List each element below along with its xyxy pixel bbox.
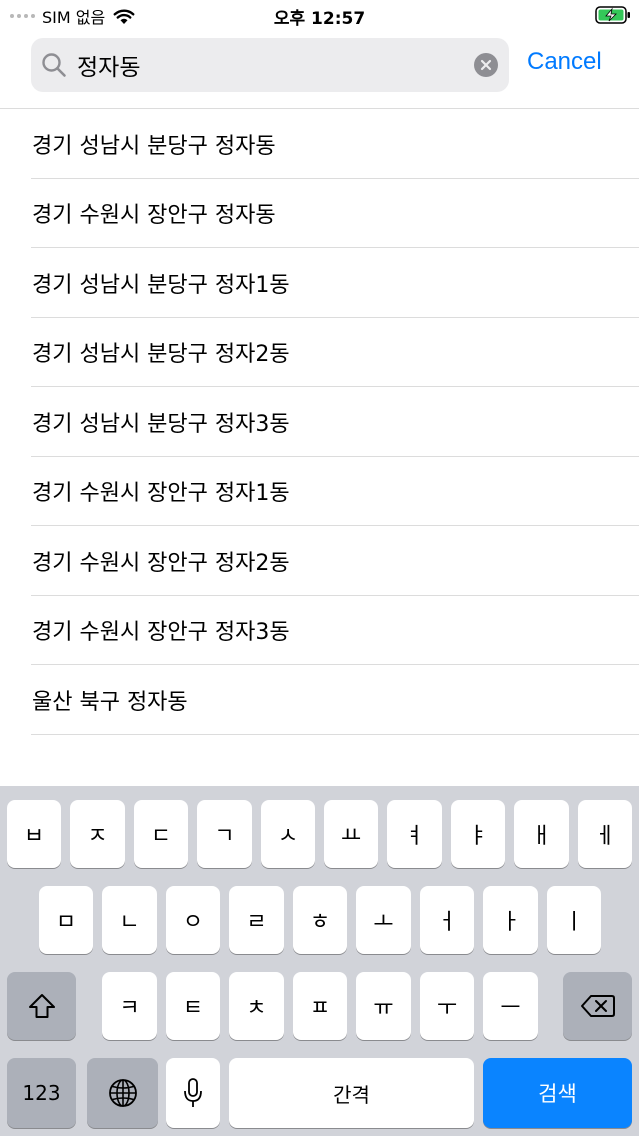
key-s[interactable]: ㅅ bbox=[261, 800, 315, 868]
key-a[interactable]: ㅏ bbox=[483, 886, 538, 954]
status-bar: SIM 없음 오후 12:57 bbox=[0, 0, 639, 32]
keyboard: ㅂ ㅈ ㄷ ㄱ ㅅ ㅛ ㅕ ㅑ ㅐ ㅔ ㅁ ㄴ ㅇ ㄹ ㅎ ㅗ ㅓ ㅏ ㅣ ㅋ … bbox=[0, 786, 639, 1136]
key-ng[interactable]: ㅇ bbox=[166, 886, 220, 954]
list-item[interactable]: 경기 성남시 분당구 정자3동 bbox=[0, 387, 639, 457]
globe-key[interactable] bbox=[87, 1058, 158, 1128]
list-item[interactable]: 경기 수원시 장안구 정자3동 bbox=[0, 596, 639, 666]
list-item[interactable]: 경기 성남시 분당구 정자2동 bbox=[0, 318, 639, 388]
search-field[interactable] bbox=[31, 38, 509, 92]
list-item[interactable]: 울산 북구 정자동 bbox=[0, 665, 639, 735]
key-ae[interactable]: ㅐ bbox=[514, 800, 569, 868]
key-j[interactable]: ㅈ bbox=[70, 800, 125, 868]
key-h[interactable]: ㅎ bbox=[293, 886, 347, 954]
key-t[interactable]: ㅌ bbox=[166, 972, 220, 1040]
list-item[interactable]: 경기 성남시 분당구 정자동 bbox=[0, 109, 639, 179]
key-e[interactable]: ㅔ bbox=[578, 800, 632, 868]
key-n[interactable]: ㄴ bbox=[102, 886, 157, 954]
list-item[interactable]: 경기 수원시 장안구 정자1동 bbox=[0, 457, 639, 527]
list-item[interactable]: 경기 수원시 장안구 정자동 bbox=[0, 179, 639, 249]
shift-key[interactable] bbox=[7, 972, 76, 1040]
search-icon bbox=[42, 53, 66, 77]
key-d[interactable]: ㄷ bbox=[134, 800, 188, 868]
search-header: Cancel bbox=[0, 32, 639, 109]
key-yu[interactable]: ㅠ bbox=[356, 972, 411, 1040]
key-b[interactable]: ㅂ bbox=[7, 800, 61, 868]
status-time: 오후 12:57 bbox=[273, 9, 366, 29]
microphone-key[interactable] bbox=[166, 1058, 220, 1128]
key-p[interactable]: ㅍ bbox=[293, 972, 347, 1040]
search-input[interactable] bbox=[77, 38, 457, 92]
backspace-icon bbox=[580, 995, 615, 1017]
key-yeo[interactable]: ㅕ bbox=[387, 800, 442, 868]
globe-icon bbox=[108, 1079, 137, 1107]
results-list: 경기 성남시 분당구 정자동 경기 수원시 장안구 정자동 경기 성남시 분당구… bbox=[0, 109, 639, 735]
key-eu[interactable]: ㅡ bbox=[483, 972, 538, 1040]
key-r[interactable]: ㄹ bbox=[229, 886, 284, 954]
battery-charging-icon bbox=[595, 6, 630, 24]
list-item[interactable]: 경기 수원시 장안구 정자2동 bbox=[0, 526, 639, 596]
key-i[interactable]: ㅣ bbox=[547, 886, 601, 954]
search-key[interactable]: 검색 bbox=[483, 1058, 632, 1128]
key-o[interactable]: ㅗ bbox=[356, 886, 411, 954]
shift-icon bbox=[28, 994, 55, 1018]
key-ch[interactable]: ㅊ bbox=[229, 972, 284, 1040]
key-m[interactable]: ㅁ bbox=[39, 886, 93, 954]
key-u[interactable]: ㅜ bbox=[420, 972, 474, 1040]
key-g[interactable]: ㄱ bbox=[197, 800, 252, 868]
close-icon bbox=[480, 59, 492, 71]
key-yo[interactable]: ㅛ bbox=[324, 800, 378, 868]
clear-search-button[interactable] bbox=[474, 53, 498, 77]
key-eo[interactable]: ㅓ bbox=[420, 886, 474, 954]
key-k[interactable]: ㅋ bbox=[102, 972, 157, 1040]
delete-key[interactable] bbox=[563, 972, 632, 1040]
microphone-icon bbox=[184, 1078, 202, 1107]
numbers-key[interactable]: 123 bbox=[7, 1058, 76, 1128]
cancel-button[interactable]: Cancel bbox=[527, 48, 602, 76]
key-ya[interactable]: ㅑ bbox=[451, 800, 505, 868]
space-key[interactable]: 간격 bbox=[229, 1058, 474, 1128]
list-item[interactable]: 경기 성남시 분당구 정자1동 bbox=[0, 248, 639, 318]
